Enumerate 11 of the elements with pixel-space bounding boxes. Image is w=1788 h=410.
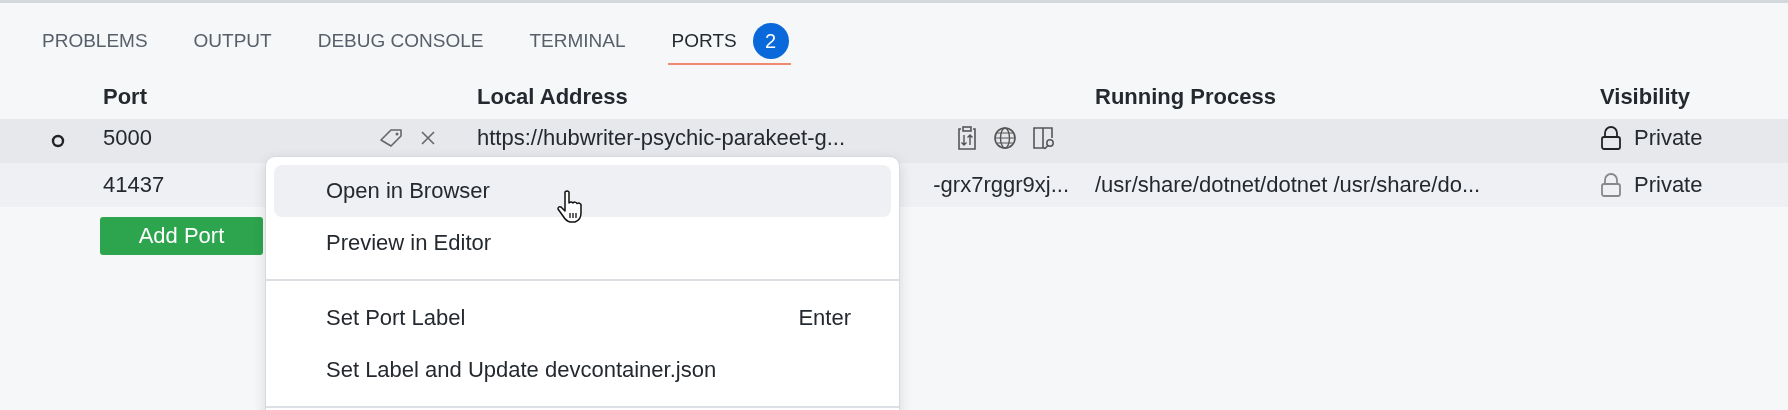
- shortcut-label: Enter: [798, 305, 851, 331]
- menu-item-label: Set Port Label: [326, 305, 466, 331]
- menu-item-label: Preview in Editor: [326, 230, 492, 256]
- local-address: https://hubwriter-psychic-parakeet-g...: [477, 125, 846, 151]
- menu-item-label: Set Label and Update devcontainer.json: [326, 357, 717, 383]
- port-number: 41437: [103, 172, 165, 198]
- process-command: /usr/share/dotnet/dotnet /usr/share/do...: [1095, 172, 1481, 198]
- count-badge: 2: [752, 23, 789, 59]
- port-number: 5000: [103, 125, 152, 151]
- menu-item-label: Open in Browser: [326, 178, 490, 204]
- local-address: -grx7rggr9xj...: [933, 172, 1069, 198]
